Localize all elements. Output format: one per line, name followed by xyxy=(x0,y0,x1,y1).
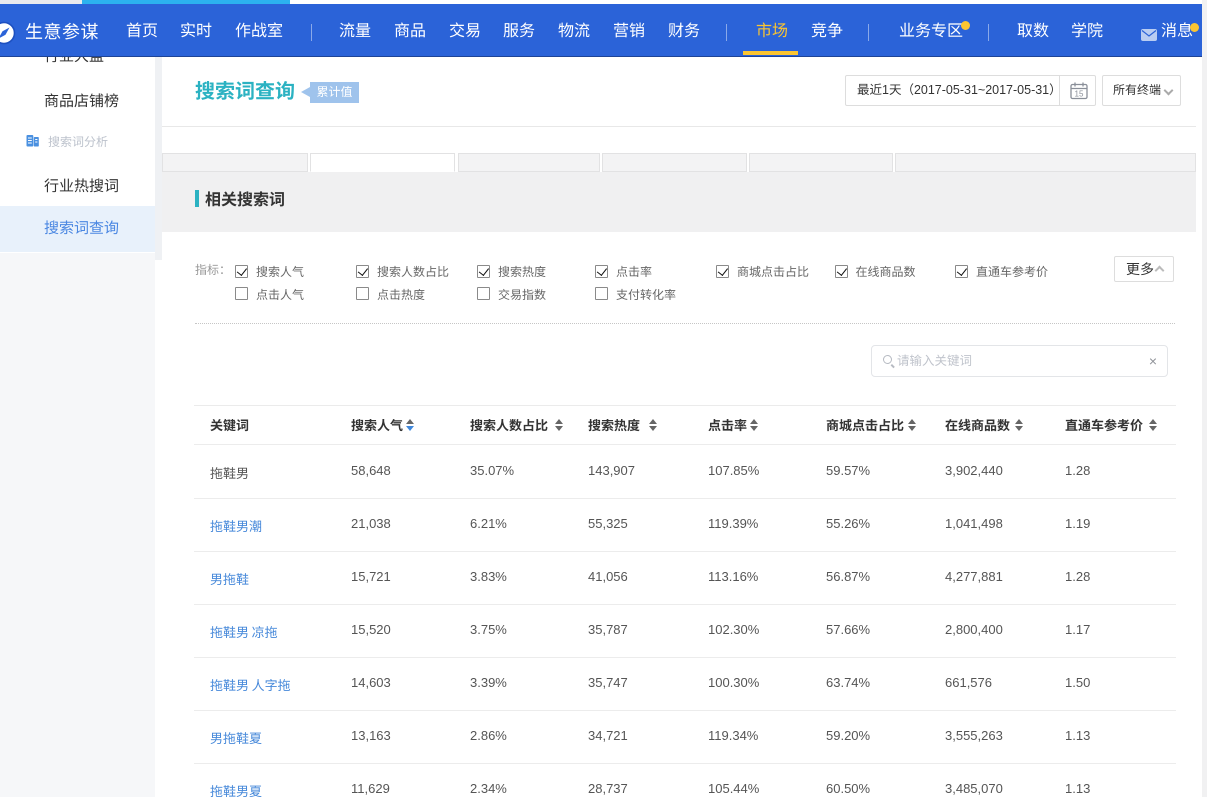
svg-text:15: 15 xyxy=(1075,90,1084,99)
